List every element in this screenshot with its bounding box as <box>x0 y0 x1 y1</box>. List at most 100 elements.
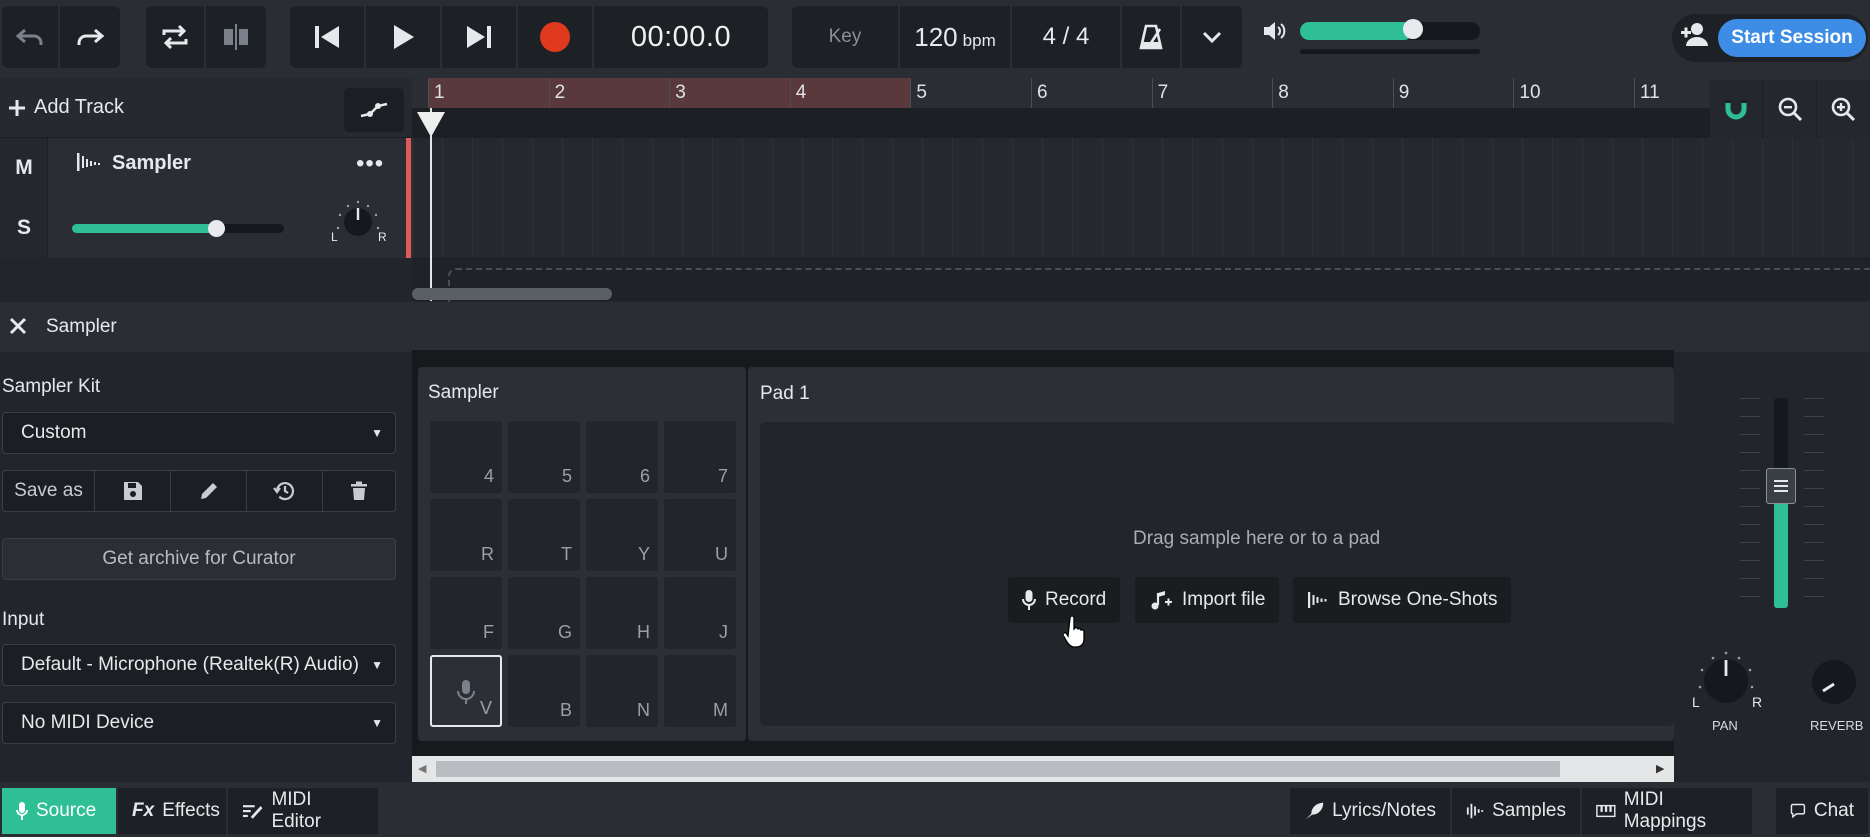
pad-key-label: T <box>561 544 572 564</box>
pad-key-label: F <box>483 622 494 642</box>
tab-source[interactable]: Source <box>2 788 116 834</box>
track-menu-button[interactable]: ••• <box>356 150 384 178</box>
sampler-pad[interactable]: R <box>430 499 502 571</box>
tab-samples[interactable]: Samples <box>1452 788 1580 834</box>
master-volume-fill <box>1300 22 1413 40</box>
master-level-meter <box>1300 49 1480 54</box>
bpm-field[interactable]: 120 bpm <box>900 6 1012 68</box>
delete-kit-button[interactable] <box>323 471 395 511</box>
tab-midi-mappings[interactable]: MIDI Mappings <box>1582 788 1752 834</box>
tab-effects[interactable]: Fx Effects <box>118 788 226 834</box>
metronome-menu-button[interactable] <box>1182 6 1242 68</box>
sampler-pad[interactable]: Y <box>586 499 658 571</box>
rename-kit-button[interactable] <box>171 471 247 511</box>
fx-icon: Fx <box>132 800 155 821</box>
fader-handle[interactable] <box>1766 468 1796 504</box>
midi-device-select[interactable]: No MIDI Device ▼ <box>2 702 396 744</box>
tab-midi-editor[interactable]: MIDI Editor <box>228 788 378 834</box>
zoom-out-icon <box>1778 97 1802 122</box>
tab-samples-label: Samples <box>1492 800 1566 821</box>
sampler-pad[interactable]: J <box>664 577 736 649</box>
import-file-button[interactable]: Import file <box>1135 577 1280 623</box>
sample-drop-zone[interactable] <box>760 422 1674 726</box>
fader-scale-tick <box>1740 542 1760 543</box>
skip-back-button[interactable] <box>290 6 366 68</box>
track-timeline-lane[interactable] <box>412 138 1870 258</box>
playhead-handle[interactable] <box>416 110 446 138</box>
sampler-pad[interactable]: 6 <box>586 421 658 493</box>
sampler-kit-select[interactable]: Custom ▼ <box>2 412 396 454</box>
sampler-pad[interactable]: 5 <box>508 421 580 493</box>
ruler-bar-number: 1 <box>434 82 445 103</box>
zoom-in-icon <box>1832 97 1856 122</box>
tab-chat[interactable]: Chat <box>1776 788 1868 834</box>
zoom-in-button[interactable] <box>1817 80 1870 138</box>
browse-one-shots-label: Browse One-Shots <box>1338 589 1498 610</box>
sampler-pad[interactable]: G <box>508 577 580 649</box>
input-value: Default - Microphone (Realtek(R) Audio) <box>21 654 359 675</box>
metronome-button[interactable] <box>1122 6 1182 68</box>
scroll-right-icon[interactable]: ▶ <box>1656 762 1664 775</box>
record-button[interactable] <box>518 6 594 68</box>
solo-button[interactable]: S <box>0 200 48 256</box>
bpm-unit: bpm <box>962 30 996 50</box>
ruler-marker-lane[interactable] <box>412 108 1870 138</box>
reverb-knob[interactable] <box>1806 654 1862 710</box>
sampler-waveform-icon <box>76 152 100 172</box>
microphone-icon <box>1022 590 1036 610</box>
sampler-pad[interactable]: 7 <box>664 421 736 493</box>
sampler-pad[interactable]: N <box>586 655 658 727</box>
skip-back-icon <box>315 26 339 48</box>
sampler-pad[interactable]: F <box>430 577 502 649</box>
play-button[interactable] <box>366 6 442 68</box>
fader-scale-tick <box>1804 398 1824 399</box>
sampler-pad[interactable]: B <box>508 655 580 727</box>
pad-key-label: G <box>557 622 572 642</box>
pad-key-label: 7 <box>717 466 728 486</box>
undo-button[interactable] <box>2 6 60 68</box>
zoom-out-button[interactable] <box>1763 80 1817 138</box>
browse-one-shots-button[interactable]: Browse One-Shots <box>1293 577 1512 623</box>
save-as-button[interactable]: Save as <box>3 471 95 511</box>
scroll-left-icon[interactable]: ◀ <box>418 762 426 775</box>
key-button[interactable]: Key <box>792 6 900 68</box>
sampler-pad[interactable]: T <box>508 499 580 571</box>
pad-key-label: R <box>481 544 494 564</box>
add-track-button[interactable]: Add Track <box>8 96 124 119</box>
speaker-icon <box>1262 20 1286 42</box>
track-name[interactable]: Sampler <box>112 152 191 175</box>
save-kit-button[interactable] <box>95 471 171 511</box>
snap-button[interactable] <box>1710 80 1764 138</box>
time-signature-field[interactable]: 4 / 4 <box>1012 6 1122 68</box>
waveform-icon <box>1466 803 1484 819</box>
sampler-pad[interactable]: 4 <box>430 421 502 493</box>
timeline-scrollbar[interactable] <box>412 288 612 300</box>
workspace-scrollbar-thumb[interactable] <box>436 761 1560 777</box>
ruler-bar-number: 7 <box>1157 82 1169 103</box>
mute-button[interactable]: M <box>0 140 48 196</box>
automation-button[interactable] <box>344 88 404 132</box>
sampler-pad[interactable]: M <box>664 655 736 727</box>
redo-button[interactable] <box>60 6 120 68</box>
automation-curve-icon <box>360 102 388 118</box>
sampler-pad[interactable]: U <box>664 499 736 571</box>
kit-history-button[interactable] <box>247 471 323 511</box>
get-archive-button[interactable]: Get archive for Curator <box>2 538 396 580</box>
split-button[interactable] <box>206 6 266 68</box>
tab-lyrics-notes[interactable]: Lyrics/Notes <box>1290 788 1450 834</box>
ruler-bar-tick <box>1634 78 1635 108</box>
start-session-button[interactable]: Start Session <box>1718 19 1866 57</box>
ruler-bar-number: 8 <box>1278 82 1289 103</box>
plus-icon <box>9 99 25 116</box>
fader-scale-tick <box>1804 596 1824 597</box>
invite-button[interactable] <box>1680 21 1716 55</box>
fader-scale-tick <box>1804 488 1824 489</box>
sampler-pad[interactable]: H <box>586 577 658 649</box>
loop-button[interactable] <box>146 6 206 68</box>
track-volume-knob[interactable] <box>208 220 225 237</box>
master-volume-knob[interactable] <box>1403 19 1423 39</box>
close-panel-button[interactable] <box>8 316 28 336</box>
input-select[interactable]: Default - Microphone (Realtek(R) Audio) … <box>2 644 396 686</box>
pad-selected[interactable]: V <box>430 655 502 727</box>
skip-forward-button[interactable] <box>442 6 518 68</box>
